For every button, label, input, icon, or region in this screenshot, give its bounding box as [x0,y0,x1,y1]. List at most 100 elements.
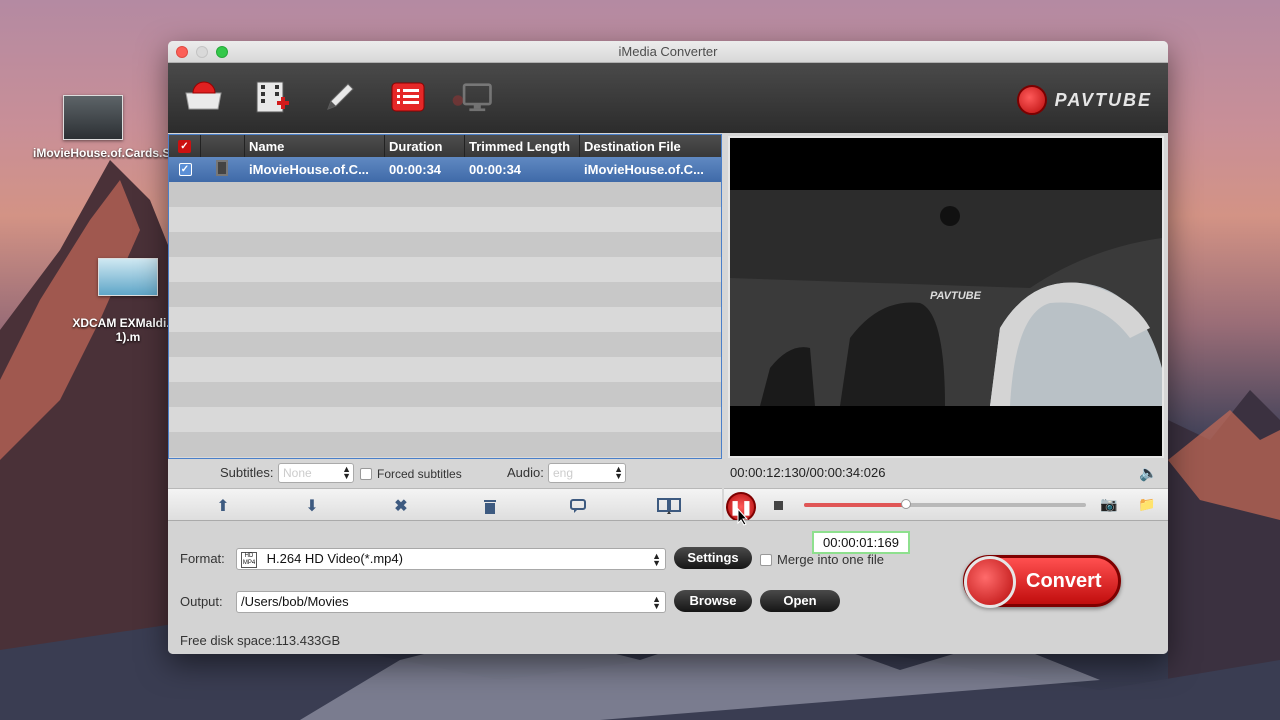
convert-button[interactable]: Convert [963,555,1121,608]
pavtube-logo-icon [964,556,1016,608]
file-list-header: ✓ Name Duration Trimmed Length Destinati… [169,135,721,157]
load-files-button[interactable] [182,77,226,117]
format-value: H.264 HD Video(*.mp4) [266,551,403,566]
edit-button[interactable] [318,77,362,117]
convert-label: Convert [1026,570,1102,592]
camera-snapshot-icon[interactable]: 📷 [1100,496,1117,513]
task-list-button[interactable] [386,77,430,117]
trash-icon [484,500,496,514]
updown-arrows-icon: ▲ ▼ [614,464,623,481]
arrow-down-icon: ⬇ [305,498,319,515]
mouse-cursor-icon [737,508,749,526]
file-actions-bar: ⬆ ⬇ ✖ [168,488,722,520]
move-up-button[interactable]: ⬆ [212,495,234,517]
toolbar: PAVTUBE [168,63,1168,133]
updown-arrows-icon: ▲ ▼ [652,594,661,611]
video-preview: PAVTUBE [728,136,1164,458]
row-trimmed-length: 00:00:34 [469,162,522,177]
empty-rows [169,182,721,457]
forced-subtitles-checkbox[interactable] [360,468,372,480]
title-bar: iMedia Converter [168,41,1168,63]
close-window-button[interactable] [176,46,188,58]
video-type-cell [201,160,245,179]
video-thumbnail [98,258,158,296]
row-checkbox[interactable]: ✓ [178,163,192,176]
add-video-button[interactable] [250,77,294,117]
settings-button[interactable]: Settings [674,547,752,569]
browse-button[interactable]: Browse [674,590,752,612]
pavtube-logo-icon [1016,85,1047,115]
add-video-icon [256,81,289,113]
row-name: iMovieHouse.of.C... [249,162,369,177]
stop-button[interactable] [774,501,783,510]
select-all-checkbox[interactable]: ✓ [178,139,191,153]
format-label: Format: [180,551,225,566]
minimize-window-button[interactable] [196,46,208,58]
list-item [169,257,721,282]
column-name[interactable]: Name [245,135,385,157]
subtitles-select[interactable]: None ▲ ▼ [278,463,354,483]
film-strip-icon [216,160,228,176]
row-duration: 00:00:34 [389,162,442,177]
audio-label: Audio: [507,465,544,480]
volume-icon[interactable]: 🔈 [1139,464,1158,482]
updown-arrows-icon: ▲ ▼ [342,464,351,481]
open-button[interactable]: Open [760,590,840,612]
merge-split-button[interactable] [656,495,682,517]
column-trimmed-length[interactable]: Trimmed Length [465,135,580,157]
open-folder-icon [185,81,222,110]
list-item [169,307,721,332]
subtitles-label: Subtitles: [220,465,274,480]
row-destination: iMovieHouse.of.C... [584,162,704,177]
output-path-value: /Users/bob/Movies [241,594,349,609]
split-view-icon [657,498,681,514]
comment-button[interactable] [567,495,589,517]
edit-pencil-icon [327,83,354,110]
list-item [169,232,721,257]
delete-button[interactable] [479,495,501,517]
list-item [169,407,721,432]
seek-bar[interactable] [804,499,1086,509]
column-duration[interactable]: Duration [385,135,465,157]
preview-time: 00:00:12:130/00:00:34:026 [730,465,886,480]
video-thumbnail [63,95,123,140]
folder-icon[interactable]: 📁 [1138,496,1155,513]
preview-time-bar: 00:00:12:130/00:00:34:026 🔈 [724,459,1168,488]
remove-button[interactable]: ✖ [390,495,412,517]
list-item [169,382,721,407]
merge-checkbox[interactable] [760,554,772,566]
row-checkbox-cell[interactable]: ✓ [169,163,201,176]
merge-label: Merge into one file [777,552,884,567]
brand-name: PAVTUBE [1054,89,1152,110]
output-label: Output: [180,594,223,609]
desktop-file-icon-1[interactable]: iMovieHouse.of.Cards.S01...HoC.mov [33,95,247,160]
mp4-format-icon: HD MP4 [241,551,257,568]
zoom-window-button[interactable] [216,46,228,58]
brand-logo: PAVTUBE [1016,85,1152,115]
app-window: iMedia Converter PAVTUBE ✓ Name Duration… [168,41,1168,654]
output-path-field[interactable]: /Users/bob/Movies ▲ ▼ [236,591,666,613]
select-all-column[interactable]: ✓ [169,135,201,157]
screen-capture-button[interactable] [450,77,494,117]
list-item [169,332,721,357]
x-remove-icon: ✖ [394,498,408,515]
format-select[interactable]: HD MP4 H.264 HD Video(*.mp4) ▲ ▼ [236,548,666,570]
move-down-button[interactable]: ⬇ [301,495,323,517]
arrow-up-icon: ⬆ [216,498,230,515]
desktop-file-label: iMovieHouse.of.Cards.S01...HoC.mov [33,146,247,160]
screen-capture-icon [452,83,492,112]
forced-subtitles-label: Forced subtitles [377,467,462,481]
list-item [169,207,721,232]
audio-select[interactable]: eng ▲ ▼ [548,463,626,483]
seek-progress [804,503,906,507]
column-destination-file[interactable]: Destination File [580,135,721,157]
window-title: iMedia Converter [618,44,718,59]
audio-value: eng [553,466,574,480]
table-row[interactable]: ✓ iMovieHouse.of.C... 00:00:34 00:00:34 … [169,157,721,182]
seek-handle[interactable] [900,499,911,509]
list-item [169,182,721,207]
file-list: ✓ Name Duration Trimmed Length Destinati… [168,134,722,459]
preview-watermark: PAVTUBE [930,290,981,302]
type-column [201,135,245,157]
subtitles-value: None [283,466,312,480]
